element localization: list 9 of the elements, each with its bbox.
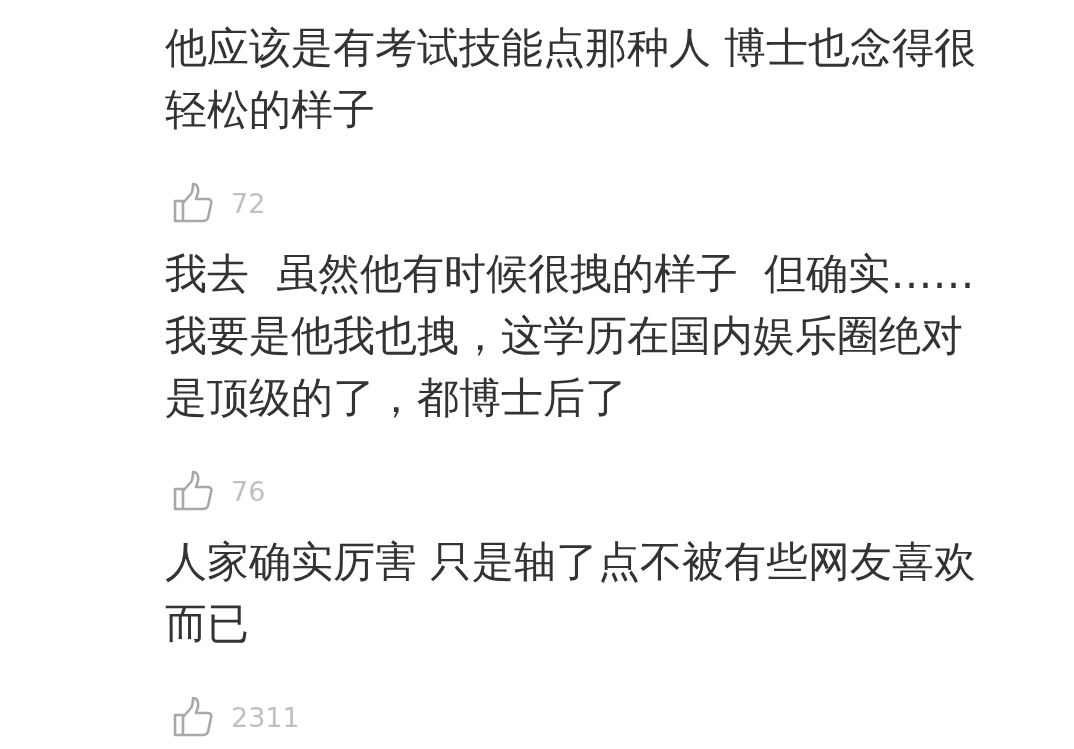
thumbs-up-icon[interactable] [172, 696, 214, 738]
comment-text: 我去 虽然他有时候很拽的样子 但确实…… 我要是他我也拽，这学历在国内娱乐圈绝对是顶级的了，都博士后了 [165, 248, 976, 424]
comment-text: 他应该是有考试技能点那种人 博士也念得很轻松的样子 [165, 22, 978, 136]
like-count: 2311 [231, 701, 300, 733]
like-count: 72 [231, 187, 266, 219]
comment-text: 人家确实厉害 只是轴了点不被有些网友喜欢而已 [165, 536, 978, 650]
thumbs-up-icon[interactable] [172, 182, 214, 224]
thumbs-up-icon[interactable] [172, 470, 214, 512]
like-count: 76 [231, 475, 266, 507]
